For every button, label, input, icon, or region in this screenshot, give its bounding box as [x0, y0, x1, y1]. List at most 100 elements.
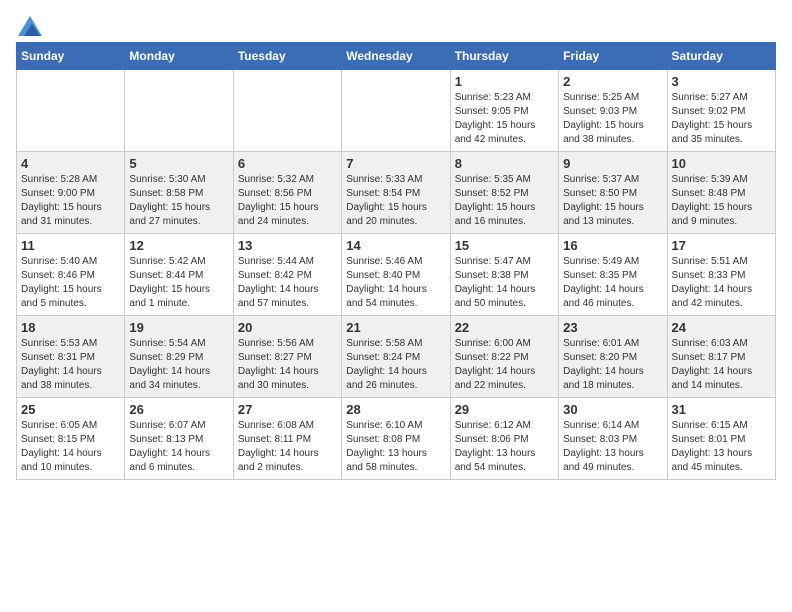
- day-header-saturday: Saturday: [667, 43, 775, 70]
- week-row-5: 25 Sunrise: 6:05 AMSunset: 8:15 PMDaylig…: [17, 398, 776, 480]
- day-sunrise: Sunrise: 5:40 AMSunset: 8:46 PMDaylight:…: [21, 256, 102, 309]
- day-sunrise: Sunrise: 6:12 AMSunset: 8:06 PMDaylight:…: [455, 420, 536, 473]
- day-sunrise: Sunrise: 6:05 AMSunset: 8:15 PMDaylight:…: [21, 420, 102, 473]
- day-sunrise: Sunrise: 5:53 AMSunset: 8:31 PMDaylight:…: [21, 338, 102, 391]
- day-number: 20: [238, 320, 337, 335]
- day-sunrise: Sunrise: 5:27 AMSunset: 9:02 PMDaylight:…: [672, 92, 753, 145]
- day-sunrise: Sunrise: 5:33 AMSunset: 8:54 PMDaylight:…: [346, 174, 427, 227]
- day-sunrise: Sunrise: 5:47 AMSunset: 8:38 PMDaylight:…: [455, 256, 536, 309]
- calendar-cell: 4 Sunrise: 5:28 AMSunset: 9:00 PMDayligh…: [17, 152, 125, 234]
- week-row-3: 11 Sunrise: 5:40 AMSunset: 8:46 PMDaylig…: [17, 234, 776, 316]
- calendar-table: SundayMondayTuesdayWednesdayThursdayFrid…: [16, 42, 776, 480]
- calendar-cell: 5 Sunrise: 5:30 AMSunset: 8:58 PMDayligh…: [125, 152, 233, 234]
- day-sunrise: Sunrise: 6:08 AMSunset: 8:11 PMDaylight:…: [238, 420, 319, 473]
- day-number: 5: [129, 156, 228, 171]
- calendar-cell: [342, 70, 450, 152]
- day-number: 25: [21, 402, 120, 417]
- day-number: 8: [455, 156, 554, 171]
- day-number: 19: [129, 320, 228, 335]
- calendar-cell: [17, 70, 125, 152]
- day-sunrise: Sunrise: 6:01 AMSunset: 8:20 PMDaylight:…: [563, 338, 644, 391]
- calendar-cell: 18 Sunrise: 5:53 AMSunset: 8:31 PMDaylig…: [17, 316, 125, 398]
- day-sunrise: Sunrise: 5:44 AMSunset: 8:42 PMDaylight:…: [238, 256, 319, 309]
- day-number: 9: [563, 156, 662, 171]
- day-number: 26: [129, 402, 228, 417]
- day-number: 1: [455, 74, 554, 89]
- calendar-cell: 10 Sunrise: 5:39 AMSunset: 8:48 PMDaylig…: [667, 152, 775, 234]
- day-sunrise: Sunrise: 5:46 AMSunset: 8:40 PMDaylight:…: [346, 256, 427, 309]
- calendar-cell: 1 Sunrise: 5:23 AMSunset: 9:05 PMDayligh…: [450, 70, 558, 152]
- day-number: 23: [563, 320, 662, 335]
- calendar-cell: 9 Sunrise: 5:37 AMSunset: 8:50 PMDayligh…: [559, 152, 667, 234]
- calendar-cell: 25 Sunrise: 6:05 AMSunset: 8:15 PMDaylig…: [17, 398, 125, 480]
- day-sunrise: Sunrise: 5:51 AMSunset: 8:33 PMDaylight:…: [672, 256, 753, 309]
- day-sunrise: Sunrise: 5:58 AMSunset: 8:24 PMDaylight:…: [346, 338, 427, 391]
- day-number: 27: [238, 402, 337, 417]
- day-number: 24: [672, 320, 771, 335]
- calendar-cell: 28 Sunrise: 6:10 AMSunset: 8:08 PMDaylig…: [342, 398, 450, 480]
- day-sunrise: Sunrise: 6:15 AMSunset: 8:01 PMDaylight:…: [672, 420, 753, 473]
- calendar-cell: 17 Sunrise: 5:51 AMSunset: 8:33 PMDaylig…: [667, 234, 775, 316]
- day-sunrise: Sunrise: 5:28 AMSunset: 9:00 PMDaylight:…: [21, 174, 102, 227]
- day-number: 22: [455, 320, 554, 335]
- day-sunrise: Sunrise: 5:37 AMSunset: 8:50 PMDaylight:…: [563, 174, 644, 227]
- calendar-cell: 6 Sunrise: 5:32 AMSunset: 8:56 PMDayligh…: [233, 152, 341, 234]
- logo: [16, 16, 40, 32]
- calendar-cell: 12 Sunrise: 5:42 AMSunset: 8:44 PMDaylig…: [125, 234, 233, 316]
- day-number: 28: [346, 402, 445, 417]
- day-sunrise: Sunrise: 5:30 AMSunset: 8:58 PMDaylight:…: [129, 174, 210, 227]
- day-sunrise: Sunrise: 6:00 AMSunset: 8:22 PMDaylight:…: [455, 338, 536, 391]
- day-header-thursday: Thursday: [450, 43, 558, 70]
- day-number: 11: [21, 238, 120, 253]
- day-header-monday: Monday: [125, 43, 233, 70]
- day-number: 7: [346, 156, 445, 171]
- day-number: 30: [563, 402, 662, 417]
- day-number: 14: [346, 238, 445, 253]
- day-sunrise: Sunrise: 6:07 AMSunset: 8:13 PMDaylight:…: [129, 420, 210, 473]
- day-sunrise: Sunrise: 5:54 AMSunset: 8:29 PMDaylight:…: [129, 338, 210, 391]
- calendar-cell: 8 Sunrise: 5:35 AMSunset: 8:52 PMDayligh…: [450, 152, 558, 234]
- days-header-row: SundayMondayTuesdayWednesdayThursdayFrid…: [17, 43, 776, 70]
- calendar-cell: 31 Sunrise: 6:15 AMSunset: 8:01 PMDaylig…: [667, 398, 775, 480]
- day-number: 2: [563, 74, 662, 89]
- week-row-1: 1 Sunrise: 5:23 AMSunset: 9:05 PMDayligh…: [17, 70, 776, 152]
- calendar-cell: 23 Sunrise: 6:01 AMSunset: 8:20 PMDaylig…: [559, 316, 667, 398]
- week-row-2: 4 Sunrise: 5:28 AMSunset: 9:00 PMDayligh…: [17, 152, 776, 234]
- calendar-cell: 27 Sunrise: 6:08 AMSunset: 8:11 PMDaylig…: [233, 398, 341, 480]
- calendar-cell: 14 Sunrise: 5:46 AMSunset: 8:40 PMDaylig…: [342, 234, 450, 316]
- week-row-4: 18 Sunrise: 5:53 AMSunset: 8:31 PMDaylig…: [17, 316, 776, 398]
- day-header-sunday: Sunday: [17, 43, 125, 70]
- calendar-cell: 29 Sunrise: 6:12 AMSunset: 8:06 PMDaylig…: [450, 398, 558, 480]
- day-number: 21: [346, 320, 445, 335]
- day-sunrise: Sunrise: 5:49 AMSunset: 8:35 PMDaylight:…: [563, 256, 644, 309]
- calendar-cell: 21 Sunrise: 5:58 AMSunset: 8:24 PMDaylig…: [342, 316, 450, 398]
- day-number: 17: [672, 238, 771, 253]
- day-number: 13: [238, 238, 337, 253]
- day-sunrise: Sunrise: 5:56 AMSunset: 8:27 PMDaylight:…: [238, 338, 319, 391]
- calendar-cell: [233, 70, 341, 152]
- calendar-cell: 24 Sunrise: 6:03 AMSunset: 8:17 PMDaylig…: [667, 316, 775, 398]
- day-sunrise: Sunrise: 5:39 AMSunset: 8:48 PMDaylight:…: [672, 174, 753, 227]
- calendar-cell: 2 Sunrise: 5:25 AMSunset: 9:03 PMDayligh…: [559, 70, 667, 152]
- day-number: 15: [455, 238, 554, 253]
- calendar-cell: 20 Sunrise: 5:56 AMSunset: 8:27 PMDaylig…: [233, 316, 341, 398]
- day-header-wednesday: Wednesday: [342, 43, 450, 70]
- day-header-tuesday: Tuesday: [233, 43, 341, 70]
- calendar-cell: [125, 70, 233, 152]
- calendar-cell: 11 Sunrise: 5:40 AMSunset: 8:46 PMDaylig…: [17, 234, 125, 316]
- day-sunrise: Sunrise: 5:42 AMSunset: 8:44 PMDaylight:…: [129, 256, 210, 309]
- calendar-cell: 26 Sunrise: 6:07 AMSunset: 8:13 PMDaylig…: [125, 398, 233, 480]
- day-sunrise: Sunrise: 5:32 AMSunset: 8:56 PMDaylight:…: [238, 174, 319, 227]
- calendar-cell: 13 Sunrise: 5:44 AMSunset: 8:42 PMDaylig…: [233, 234, 341, 316]
- day-number: 12: [129, 238, 228, 253]
- day-sunrise: Sunrise: 6:10 AMSunset: 8:08 PMDaylight:…: [346, 420, 427, 473]
- calendar-cell: 22 Sunrise: 6:00 AMSunset: 8:22 PMDaylig…: [450, 316, 558, 398]
- calendar-cell: 30 Sunrise: 6:14 AMSunset: 8:03 PMDaylig…: [559, 398, 667, 480]
- day-number: 18: [21, 320, 120, 335]
- day-sunrise: Sunrise: 5:35 AMSunset: 8:52 PMDaylight:…: [455, 174, 536, 227]
- header: [16, 16, 776, 32]
- calendar-cell: 19 Sunrise: 5:54 AMSunset: 8:29 PMDaylig…: [125, 316, 233, 398]
- day-number: 29: [455, 402, 554, 417]
- day-number: 4: [21, 156, 120, 171]
- day-sunrise: Sunrise: 5:25 AMSunset: 9:03 PMDaylight:…: [563, 92, 644, 145]
